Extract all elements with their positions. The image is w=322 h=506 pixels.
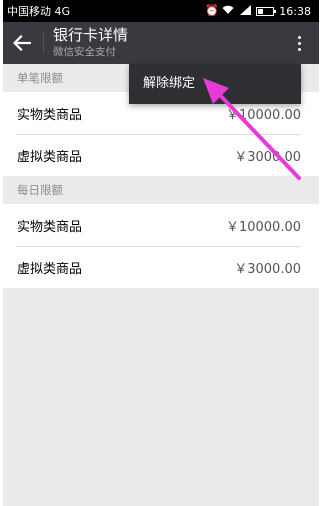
alarm-icon: ⏰ (205, 4, 219, 17)
section-title-daily: 每日限额 (17, 183, 63, 197)
status-icons: ⏰ 16:38 (205, 5, 311, 18)
wifi-icon (222, 5, 234, 17)
header-divider (43, 32, 44, 54)
row-value: ￥10000.00 (225, 219, 301, 235)
single-limit-group: 实物类商品 ￥10000.00 虚拟类商品 ￥3000.00 (3, 92, 319, 176)
row-value: ￥3000.00 (234, 261, 301, 277)
page-title: 银行卡详情 (53, 26, 129, 44)
more-vertical-icon (297, 35, 301, 39)
battery-icon (256, 6, 277, 16)
more-options-button[interactable] (289, 30, 309, 56)
limit-row[interactable]: 虚拟类商品 ￥3000.00 (3, 246, 319, 288)
status-bar: 中国移动 4G ⏰ 16:38 (3, 0, 319, 22)
row-label: 虚拟类商品 (17, 261, 83, 277)
limit-row[interactable]: 虚拟类商品 ￥3000.00 (3, 134, 319, 176)
daily-limit-group: 实物类商品 ￥10000.00 虚拟类商品 ￥3000.00 (3, 204, 319, 288)
row-label: 虚拟类商品 (17, 149, 83, 165)
limit-row[interactable]: 实物类商品 ￥10000.00 (3, 204, 319, 246)
overflow-menu: 解除绑定 (129, 64, 301, 104)
clock-time: 16:38 (279, 4, 311, 18)
title-block: 银行卡详情 微信安全支付 (53, 26, 128, 59)
app-header: 银行卡详情 微信安全支付 (3, 22, 319, 64)
row-label: 实物类商品 (17, 219, 83, 235)
phone-screen: 中国移动 4G ⏰ 16:38 银行卡详情 微信安全支付 单笔限额 实物类商品 … (0, 0, 322, 506)
carrier-label: 中国移动 4G (7, 5, 71, 18)
page-subtitle: 微信安全支付 (53, 46, 116, 58)
arrow-left-icon (13, 35, 31, 51)
row-value: ￥3000.00 (234, 149, 301, 165)
row-label: 实物类商品 (17, 107, 83, 123)
signal-icon (239, 5, 251, 17)
row-value: ￥10000.00 (225, 107, 301, 123)
unbind-card-menu-item[interactable]: 解除绑定 (129, 64, 301, 104)
back-button[interactable] (7, 29, 37, 57)
